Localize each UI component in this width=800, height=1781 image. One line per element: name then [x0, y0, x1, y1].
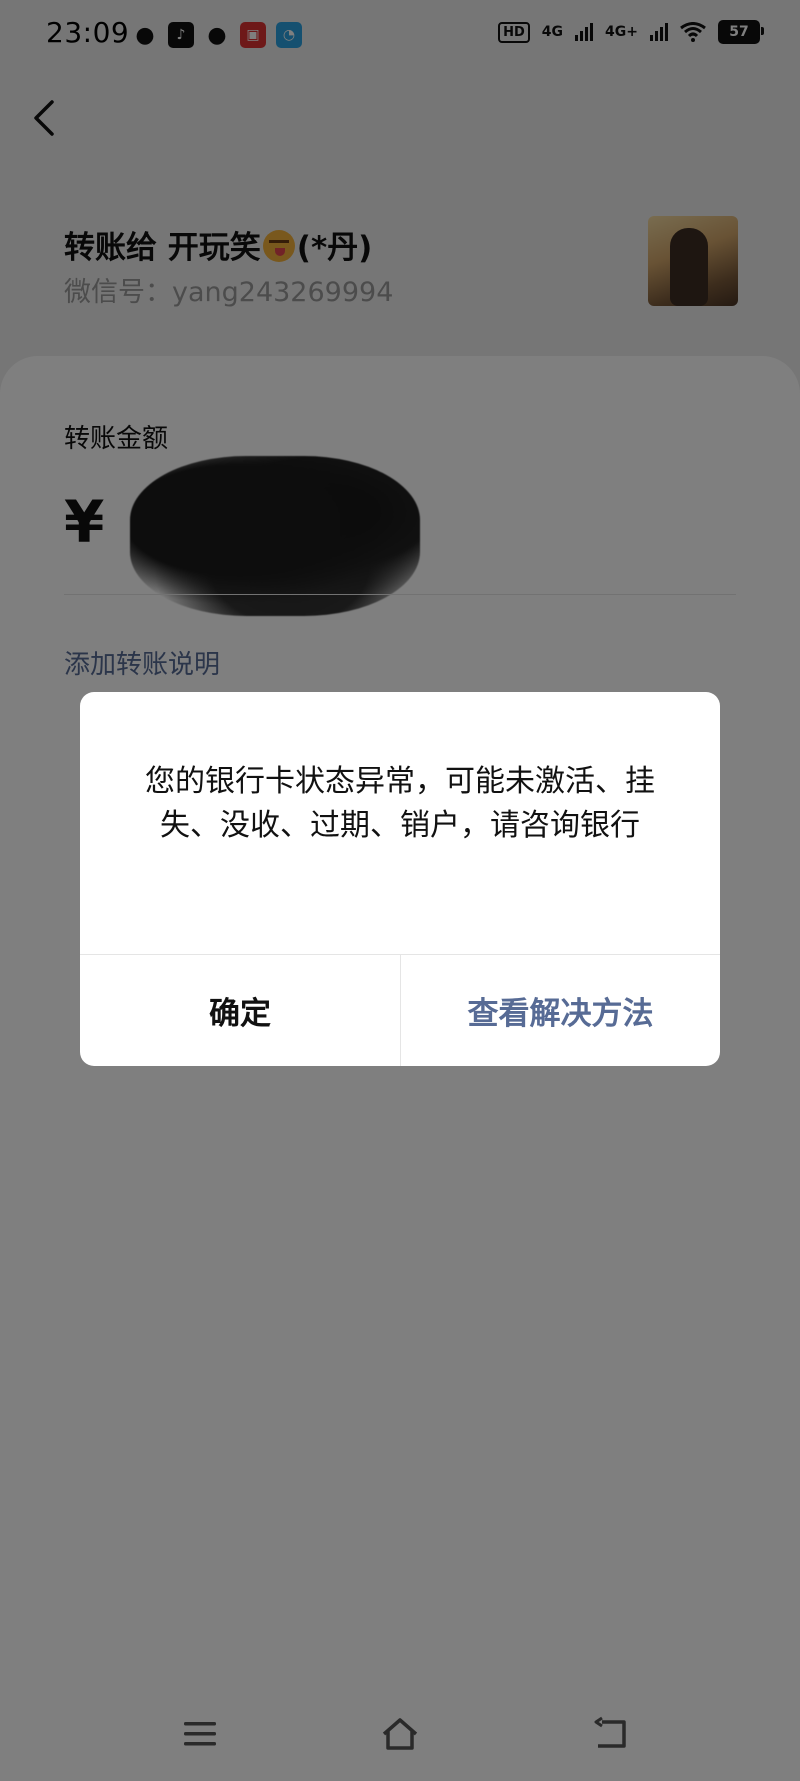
view-solution-button[interactable]: 查看解决方法	[401, 955, 720, 1066]
navigation-bar	[0, 1700, 800, 1770]
menu-icon[interactable]	[178, 1714, 222, 1754]
alert-dialog: 您的银行卡状态异常，可能未激活、挂失、没收、过期、销户，请咨询银行 确定 查看解…	[80, 692, 720, 1066]
confirm-button[interactable]: 确定	[80, 955, 400, 1066]
nav-back-icon[interactable]	[588, 1714, 632, 1754]
dialog-message: 您的银行卡状态异常，可能未激活、挂失、没收、过期、销户，请咨询银行	[145, 764, 655, 843]
home-icon[interactable]	[378, 1714, 422, 1754]
